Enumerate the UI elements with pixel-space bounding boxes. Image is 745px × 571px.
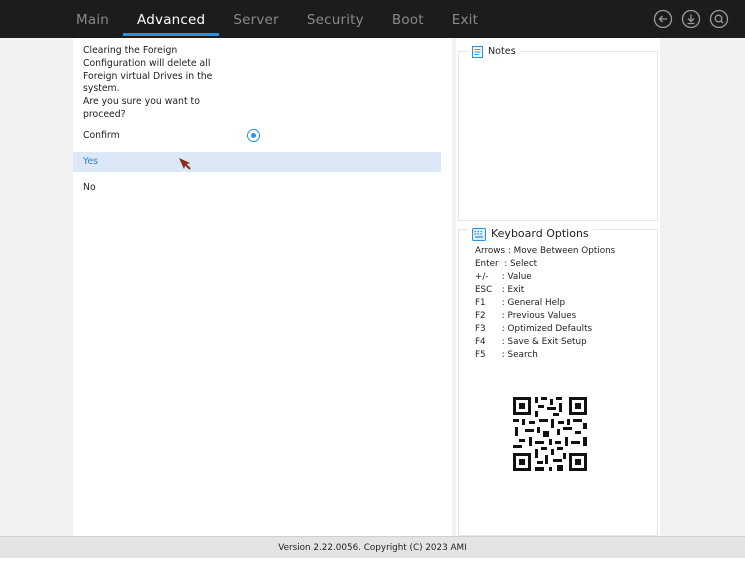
toolbar-icons <box>653 9 729 29</box>
bottom-strip <box>0 558 745 571</box>
confirm-radio[interactable] <box>247 129 260 142</box>
key-name: F2 <box>475 311 486 321</box>
version-text: Version 2.22.0056. Copyright (C) 2023 AM… <box>278 543 467 553</box>
key-name: F4 <box>475 337 486 347</box>
tab-main[interactable]: Main <box>62 0 123 38</box>
tab-security[interactable]: Security <box>293 0 378 38</box>
key-name: F1 <box>475 298 486 308</box>
keyboard-option: Arrows : Move Between Options <box>475 245 615 258</box>
page-body: Clearing the Foreign Configuration will … <box>0 38 745 536</box>
message-text: Clearing the Foreign Configuration will … <box>83 45 213 120</box>
key-name: F5 <box>475 350 486 360</box>
key-name: F3 <box>475 324 486 334</box>
key-description: : Optimized Defaults <box>499 324 593 334</box>
confirm-row: Confirm <box>83 127 443 145</box>
key-description: : Value <box>499 272 532 282</box>
option-yes-label: Yes <box>83 156 99 167</box>
notes-box <box>458 51 658 221</box>
confirmation-message: Clearing the Foreign Configuration will … <box>83 45 233 122</box>
notes-title: Notes <box>488 46 516 57</box>
key-name: Enter <box>475 259 499 269</box>
tab-bar: Main Advanced Server Security Boot Exit <box>62 0 492 38</box>
qr-code-icon <box>509 393 591 475</box>
help-panel: Notes Keyboard Options Arrows : Move Bet… <box>456 38 660 536</box>
key-description: : Select <box>498 259 538 269</box>
footer-version: Version 2.22.0056. Copyright (C) 2023 AM… <box>0 536 745 559</box>
keyboard-option: F5 : Search <box>475 349 615 362</box>
keyboard-option: F2 : Previous Values <box>475 310 615 323</box>
tab-boot[interactable]: Boot <box>378 0 438 38</box>
back-icon[interactable] <box>653 9 673 29</box>
keyboard-option: +/- : Value <box>475 271 615 284</box>
confirm-label: Confirm <box>83 130 120 141</box>
keyboard-option: F3 : Optimized Defaults <box>475 323 615 336</box>
download-icon[interactable] <box>681 9 701 29</box>
notes-header: Notes <box>468 45 520 59</box>
key-description: : Save & Exit Setup <box>499 337 587 347</box>
keyboard-options-list: Arrows : Move Between Options Enter : Se… <box>475 245 615 362</box>
mouse-pointer-icon <box>179 158 191 170</box>
tab-server[interactable]: Server <box>219 0 292 38</box>
key-description: : Exit <box>499 285 525 295</box>
key-description: : Move Between Options <box>505 246 616 256</box>
option-yes[interactable]: Yes <box>73 152 441 172</box>
keyboard-icon <box>472 227 486 241</box>
option-no[interactable]: No <box>73 178 441 198</box>
key-description: : Search <box>499 350 538 360</box>
keyboard-option: ESC : Exit <box>475 284 615 297</box>
top-navigation-bar: Main Advanced Server Security Boot Exit <box>0 0 745 38</box>
key-description: : General Help <box>499 298 566 308</box>
keyboard-options-header: Keyboard Options <box>468 227 593 241</box>
key-description: : Previous Values <box>499 311 577 321</box>
keyboard-option: F4 : Save & Exit Setup <box>475 336 615 349</box>
notes-icon <box>472 46 483 58</box>
keyboard-option: F1 : General Help <box>475 297 615 310</box>
key-name: ESC <box>475 285 493 295</box>
key-name: +/- <box>475 272 489 282</box>
key-name: Arrows <box>475 246 506 256</box>
search-icon[interactable] <box>709 9 729 29</box>
tab-advanced[interactable]: Advanced <box>123 0 220 38</box>
option-no-label: No <box>83 182 96 193</box>
tab-exit[interactable]: Exit <box>438 0 492 38</box>
dialog-panel: Clearing the Foreign Configuration will … <box>73 38 452 536</box>
keyboard-options-title: Keyboard Options <box>491 227 589 240</box>
keyboard-option: Enter : Select <box>475 258 615 271</box>
